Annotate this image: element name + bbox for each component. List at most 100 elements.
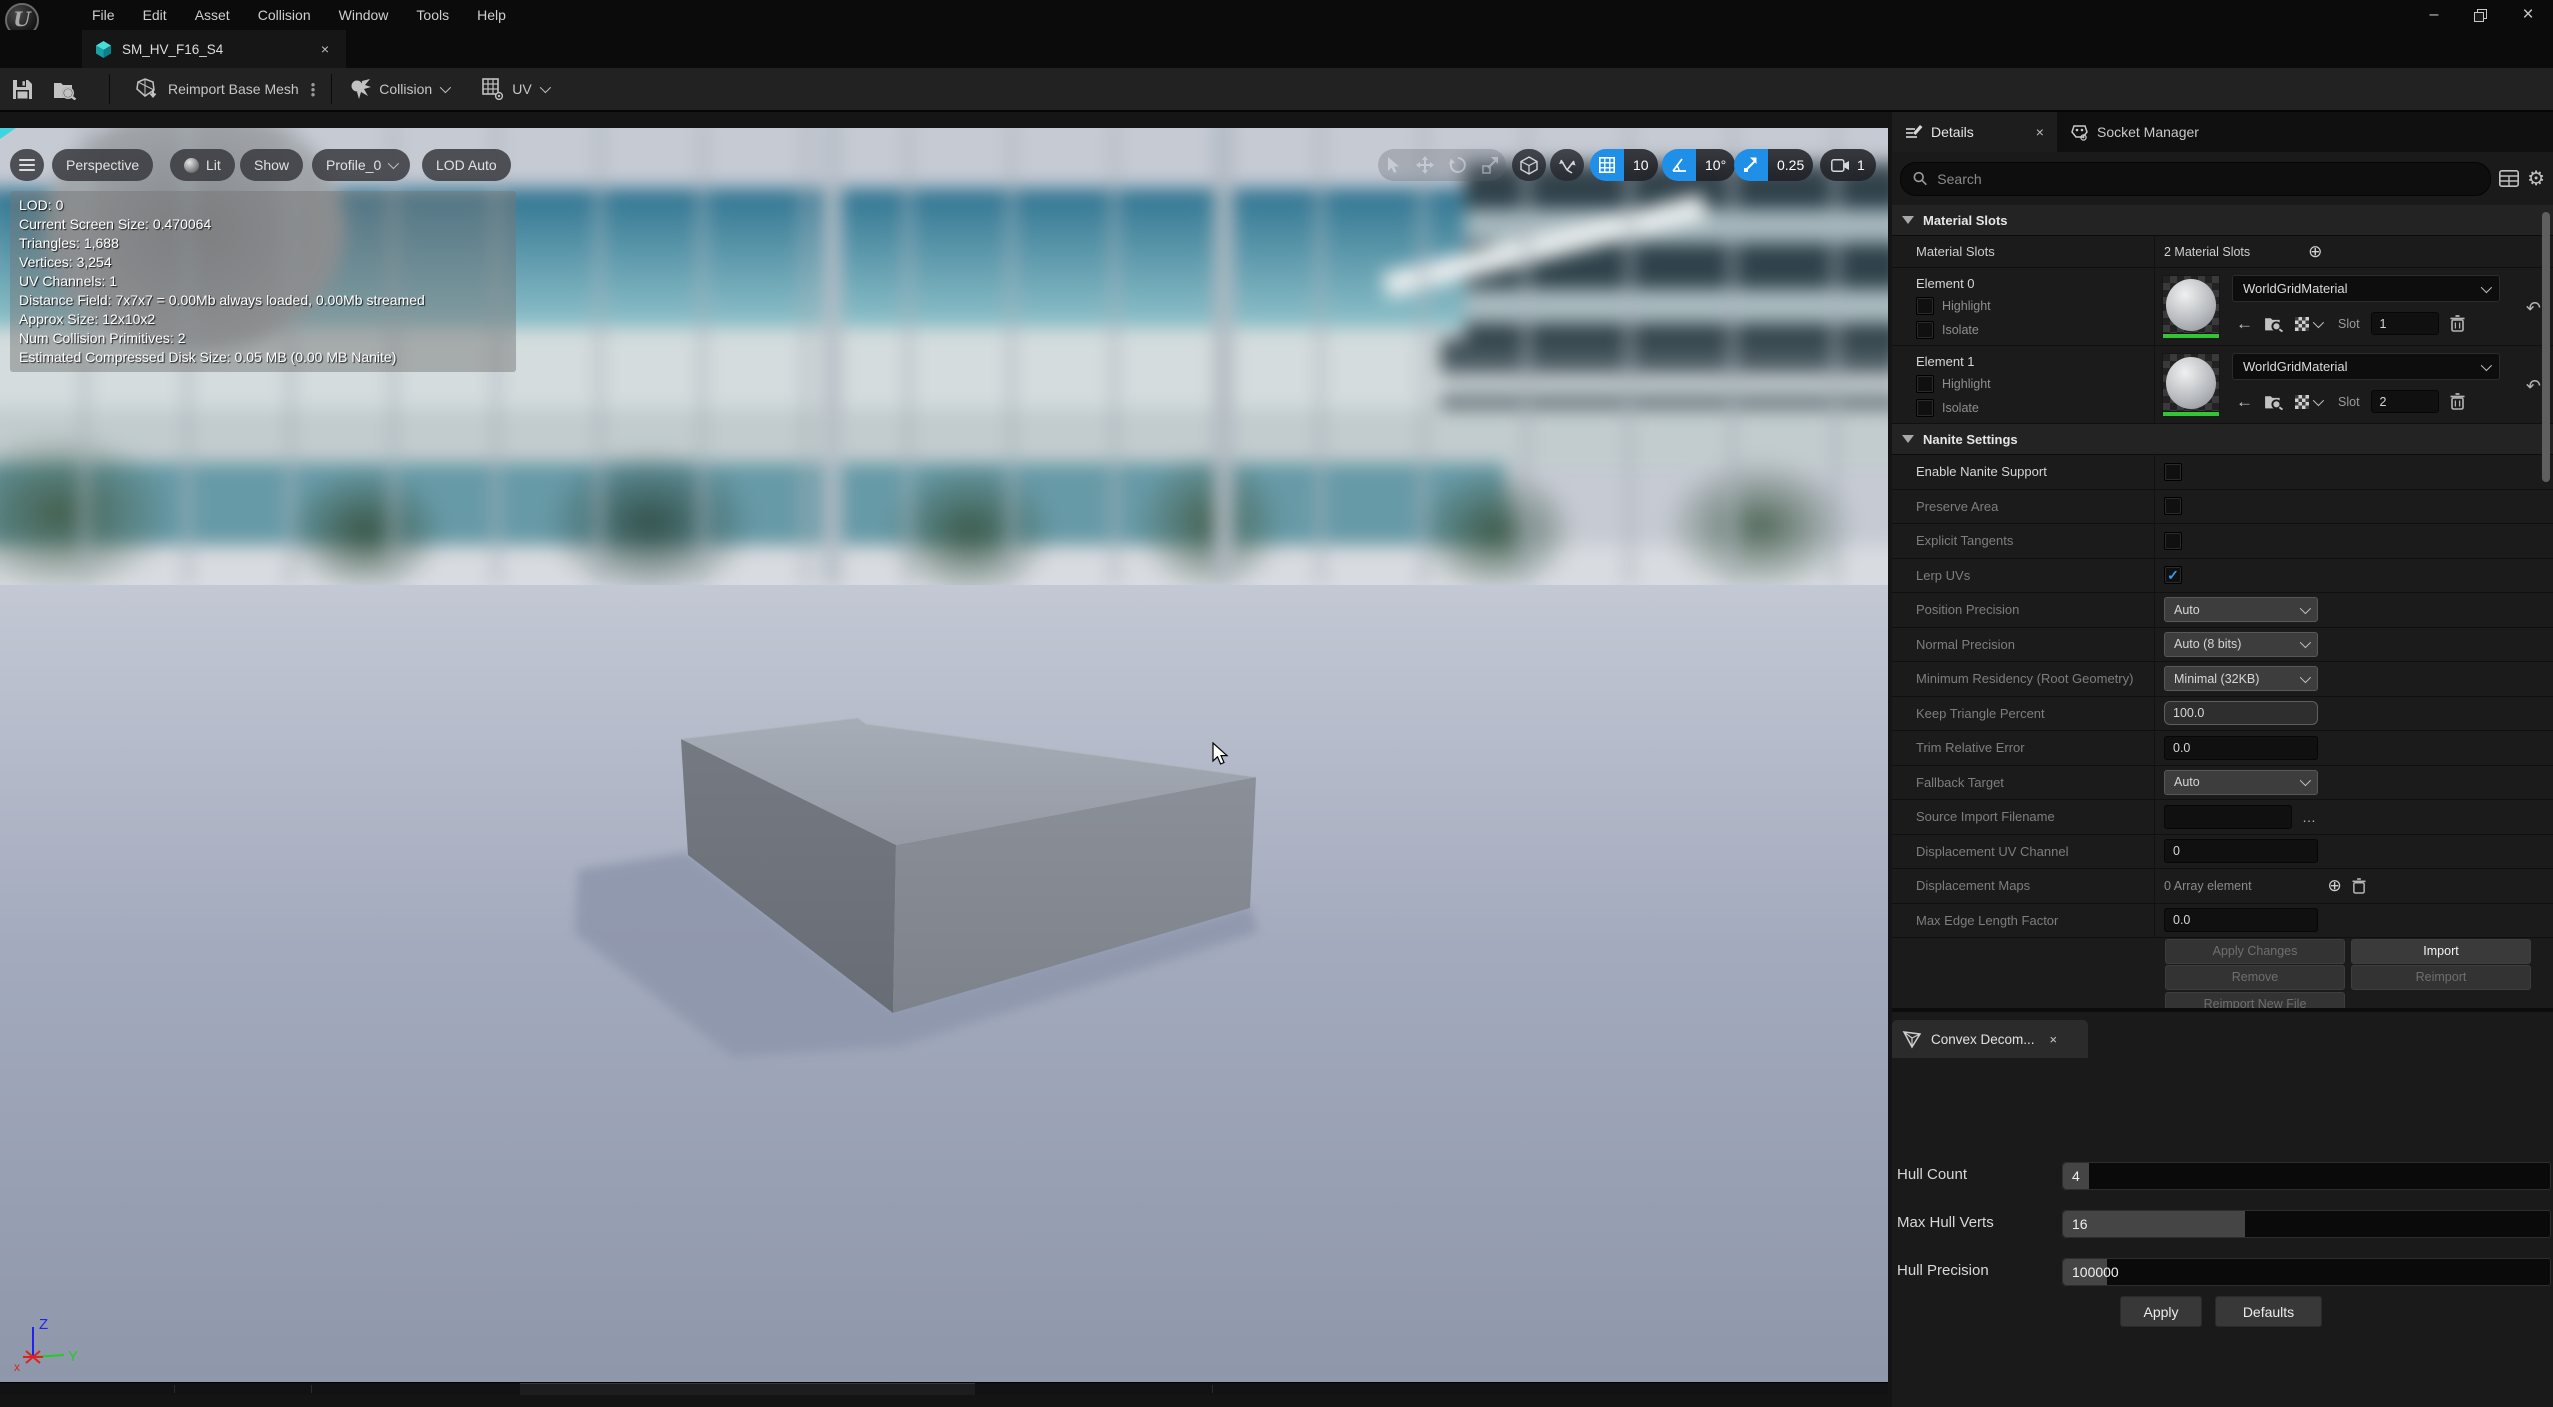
preserve-area-checkbox[interactable]	[2164, 497, 2182, 515]
trim-relative-error-input[interactable]	[2164, 736, 2318, 760]
uv-menu-button[interactable]: UV	[472, 68, 557, 110]
select-tool-icon[interactable]	[1386, 157, 1401, 174]
add-material-slot-icon[interactable]: ⊕	[2308, 243, 2322, 260]
material-thumbnail[interactable]	[2162, 275, 2220, 338]
menu-file[interactable]: File	[78, 0, 129, 30]
max-hull-verts-slider[interactable]: 16	[2062, 1210, 2551, 1238]
transform-tools-group[interactable]	[1378, 149, 1506, 181]
minimize-button[interactable]: –	[2411, 0, 2457, 30]
grid-snap-toggle[interactable]: 10	[1590, 149, 1658, 181]
convex-tab-close-icon[interactable]: ×	[2050, 1032, 2058, 1047]
restore-icon[interactable]	[2457, 0, 2503, 30]
fallback-target-dropdown[interactable]: Auto	[2164, 770, 2318, 795]
highlight-checkbox-row[interactable]: Highlight	[1916, 375, 1991, 393]
reimport-button[interactable]: Reimport	[2351, 965, 2531, 990]
minimum-residency-dropdown[interactable]: Minimal (32KB)	[2164, 666, 2318, 691]
grid-snap-value[interactable]: 10	[1624, 149, 1658, 181]
tab-details[interactable]: Details ×	[1892, 112, 2057, 152]
rotation-snap-value[interactable]: 10°	[1696, 149, 1735, 181]
move-tool-icon[interactable]	[1416, 156, 1434, 174]
menu-help[interactable]: Help	[463, 0, 520, 30]
isolate-checkbox-row[interactable]: Isolate	[1916, 321, 1979, 339]
tab-socket-manager[interactable]: Socket Manager	[2057, 112, 2212, 152]
save-button[interactable]	[0, 68, 43, 110]
browse-to-asset-button[interactable]	[43, 68, 87, 110]
browse-file-ellipsis-button[interactable]: …	[2302, 809, 2316, 825]
source-import-filename-input[interactable]	[2164, 805, 2292, 829]
rotation-snap-toggle[interactable]: 10°	[1662, 149, 1735, 181]
scale-tool-icon[interactable]	[1482, 157, 1499, 174]
material-thumbnail[interactable]	[2162, 353, 2220, 416]
lod-auto-button[interactable]: LOD Auto	[422, 149, 511, 181]
convex-defaults-button[interactable]: Defaults	[2215, 1296, 2322, 1327]
browse-to-material-icon[interactable]	[2264, 393, 2284, 410]
camera-speed-button[interactable]: 1	[1820, 149, 1876, 181]
tab-close-icon[interactable]: ×	[316, 41, 334, 57]
details-settings-gear-icon[interactable]: ⚙	[2527, 169, 2545, 189]
hull-count-slider[interactable]: 4	[2062, 1162, 2551, 1190]
scale-snap-toggle[interactable]: 0.25	[1734, 149, 1813, 181]
enable-nanite-checkbox[interactable]	[2164, 463, 2182, 481]
menu-collision[interactable]: Collision	[244, 0, 325, 30]
explicit-tangents-checkbox[interactable]	[2164, 532, 2182, 550]
isolate-checkbox[interactable]	[1916, 399, 1934, 417]
coordinate-system-button[interactable]	[1512, 149, 1546, 181]
max-edge-length-factor-input[interactable]	[2164, 908, 2318, 932]
browse-to-material-icon[interactable]	[2264, 315, 2284, 332]
perspective-button[interactable]: Perspective	[52, 149, 153, 181]
material-dropdown[interactable]: WorldGridMaterial	[2232, 275, 2500, 302]
material-dropdown[interactable]: WorldGridMaterial	[2232, 353, 2500, 380]
section-material-slots[interactable]: Material Slots	[1892, 205, 2553, 236]
slot-index-input[interactable]	[2371, 312, 2439, 335]
menu-window[interactable]: Window	[325, 0, 403, 30]
texture-options-button[interactable]	[2295, 395, 2321, 409]
add-array-element-icon[interactable]: ⊕	[2328, 877, 2342, 894]
delete-slot-trash-icon[interactable]	[2450, 315, 2465, 332]
show-menu-button[interactable]: Show	[240, 149, 303, 181]
viewport-options-menu-button[interactable]	[10, 149, 44, 181]
rotate-tool-icon[interactable]	[1449, 156, 1467, 174]
lerp-uvs-checkbox[interactable]	[2164, 566, 2182, 584]
use-selected-asset-icon[interactable]: ←	[2236, 315, 2253, 332]
tab-static-mesh-asset[interactable]: SM_HV_F16_S4 ×	[82, 30, 346, 68]
collision-menu-button[interactable]: Collision	[338, 68, 458, 110]
isolate-checkbox-row[interactable]: Isolate	[1916, 399, 1979, 417]
details-tab-close-icon[interactable]: ×	[2036, 124, 2044, 140]
import-button[interactable]: Import	[2351, 939, 2531, 964]
position-precision-dropdown[interactable]: Auto	[2164, 597, 2318, 622]
convex-decomposition-tab[interactable]: Convex Decom... ×	[1892, 1020, 2088, 1058]
normal-precision-dropdown[interactable]: Auto (8 bits)	[2164, 632, 2318, 657]
reset-to-default-icon[interactable]: ↶	[2526, 376, 2541, 397]
isolate-checkbox[interactable]	[1916, 321, 1934, 339]
highlight-checkbox[interactable]	[1916, 297, 1934, 315]
keep-triangle-percent-input[interactable]	[2164, 701, 2318, 725]
axes-snap-button[interactable]	[1550, 149, 1584, 181]
displacement-uv-channel-input[interactable]	[2164, 839, 2318, 863]
lit-mode-button[interactable]: Lit	[170, 149, 235, 181]
highlight-checkbox-row[interactable]: Highlight	[1916, 297, 1991, 315]
search-input[interactable]	[1900, 162, 2491, 196]
texture-options-button[interactable]	[2295, 317, 2321, 331]
apply-changes-button[interactable]: Apply Changes	[2165, 939, 2345, 964]
search-field[interactable]	[1935, 170, 2478, 188]
slot-index-input[interactable]	[2371, 390, 2439, 413]
details-scrollbar-thumb[interactable]	[2542, 212, 2550, 482]
display-filter-icon[interactable]	[2499, 170, 2519, 187]
reset-to-default-icon[interactable]: ↶	[2526, 298, 2541, 319]
use-selected-asset-icon[interactable]: ←	[2236, 393, 2253, 410]
convex-apply-button[interactable]: Apply	[2120, 1296, 2202, 1327]
menu-asset[interactable]: Asset	[181, 0, 244, 30]
scale-snap-value[interactable]: 0.25	[1768, 149, 1813, 181]
viewport[interactable]: LOD: 0 Current Screen Size: 0.470064 Tri…	[0, 112, 1888, 1395]
section-nanite-settings[interactable]: Nanite Settings	[1892, 424, 2553, 455]
menu-edit[interactable]: Edit	[129, 0, 181, 30]
remove-button[interactable]: Remove	[2165, 965, 2345, 990]
profile-dropdown[interactable]: Profile_0	[312, 149, 410, 181]
close-window-button[interactable]: ×	[2505, 0, 2551, 30]
highlight-checkbox[interactable]	[1916, 375, 1934, 393]
clear-array-trash-icon[interactable]	[2352, 878, 2366, 894]
delete-slot-trash-icon[interactable]	[2450, 393, 2465, 410]
reimport-base-mesh-button[interactable]: Reimport Base Mesh •••	[126, 68, 325, 110]
hull-precision-slider[interactable]: 100000	[2062, 1258, 2551, 1286]
menu-tools[interactable]: Tools	[402, 0, 463, 30]
